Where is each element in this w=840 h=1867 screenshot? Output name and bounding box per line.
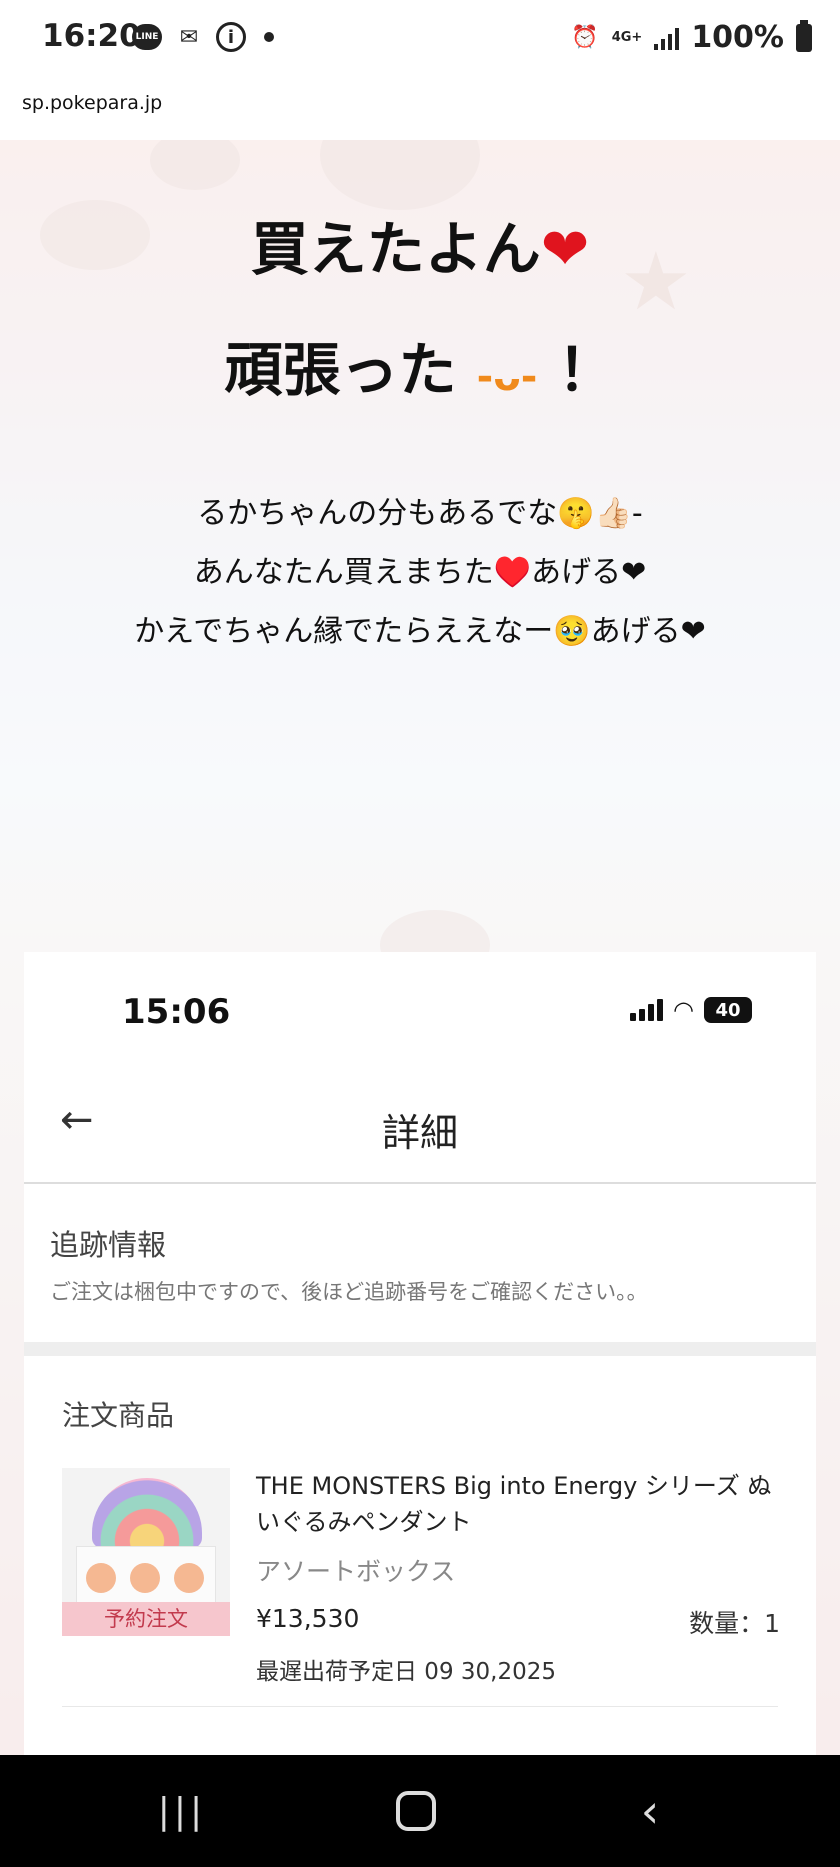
embedded-status-icons: ◠ 40 <box>630 996 752 1024</box>
page-title: 詳細 <box>381 1111 458 1155</box>
status-time: 16:20 <box>42 18 141 54</box>
message-line: かえでちゃん縁でたらええなー🥹あげる❤ <box>134 614 706 649</box>
post-title-line1: 買えたよん❤ <box>0 202 840 286</box>
signal-icon <box>654 26 680 50</box>
info-icon: i <box>216 22 246 52</box>
order-section: 注文商品 予約注文 THE MONSTERS Big into Energy シ… <box>24 1356 816 1755</box>
product-name[interactable]: THE MONSTERS Big into Energy シリーズ ぬいぐるみペ… <box>256 1468 786 1540</box>
product-image <box>92 1478 202 1548</box>
mail-icon: ✉ <box>179 24 199 50</box>
product-variant: アソートボックス <box>256 1557 456 1586</box>
status-bar: 16:20 LINE ✉ i ⏰ 4G+ 100% <box>0 0 840 80</box>
smile-icon: -ᴗ- <box>476 354 538 400</box>
network-type: 4G+ <box>611 30 643 45</box>
battery-icon: 40 <box>704 997 752 1023</box>
notification-icons: LINE ✉ i <box>132 22 274 52</box>
title-text: 買えたよん <box>250 215 541 283</box>
notification-dot <box>264 32 274 42</box>
heart-icon: ❤ <box>540 215 590 283</box>
system-nav-bar: ||| ‹ <box>0 1755 840 1867</box>
tracking-title: 追跡情報 <box>50 1228 167 1262</box>
message-line: あんなたん買えまちた♥️あげる❤ <box>193 555 647 590</box>
title-text: 頑張った <box>224 336 457 404</box>
line-icon: LINE <box>132 24 162 50</box>
product-thumbnail[interactable]: 予約注文 <box>62 1468 230 1636</box>
divider <box>62 1706 778 1707</box>
url-bar[interactable]: sp.pokepara.jp <box>0 80 840 140</box>
embedded-status-time: 15:06 <box>122 992 231 1032</box>
order-title: 注文商品 <box>62 1399 175 1432</box>
signal-icon <box>630 999 664 1021</box>
section-divider <box>24 1342 816 1356</box>
message-line: るかちゃんの分もあるでな🤫👍🏻- <box>197 496 643 531</box>
product-figure <box>86 1563 116 1593</box>
ship-date: 最遅出荷予定日 09 30,2025 <box>256 1659 556 1685</box>
recents-icon[interactable]: ||| <box>152 1785 212 1837</box>
product-quantity: 数量：1 <box>689 1609 780 1638</box>
alarm-icon: ⏰ <box>571 25 599 50</box>
product-figure <box>130 1563 160 1593</box>
post-title-line2: 頑張った -ᴗ- ！ <box>0 323 840 407</box>
product-figure <box>174 1563 204 1593</box>
tracking-section: 追跡情報 ご注文は梱包中ですので、後ほど追跡番号をご確認ください。。 <box>24 1184 816 1342</box>
battery-percent: 100% <box>691 20 784 55</box>
home-icon[interactable] <box>386 1785 446 1837</box>
title-end: ！ <box>557 336 616 404</box>
battery-icon <box>796 19 812 52</box>
back-icon[interactable]: ‹ <box>620 1784 680 1838</box>
tracking-note: ご注文は梱包中ですので、後ほど追跡番号をご確認ください。。 <box>50 1280 648 1304</box>
wifi-icon: ◠ <box>673 996 694 1024</box>
system-icons: ⏰ 4G+ 100% <box>570 19 812 55</box>
product-price: ¥13,530 <box>256 1604 360 1633</box>
preorder-badge: 予約注文 <box>62 1602 230 1636</box>
url-text: sp.pokepara.jp <box>22 92 163 114</box>
embedded-screenshot: 15:06 ◠ 40 ← 詳細 追跡情報 ご注文は梱包中ですので、後ほど追跡番号… <box>24 952 816 1755</box>
detail-nav: ← 詳細 <box>24 1072 816 1184</box>
